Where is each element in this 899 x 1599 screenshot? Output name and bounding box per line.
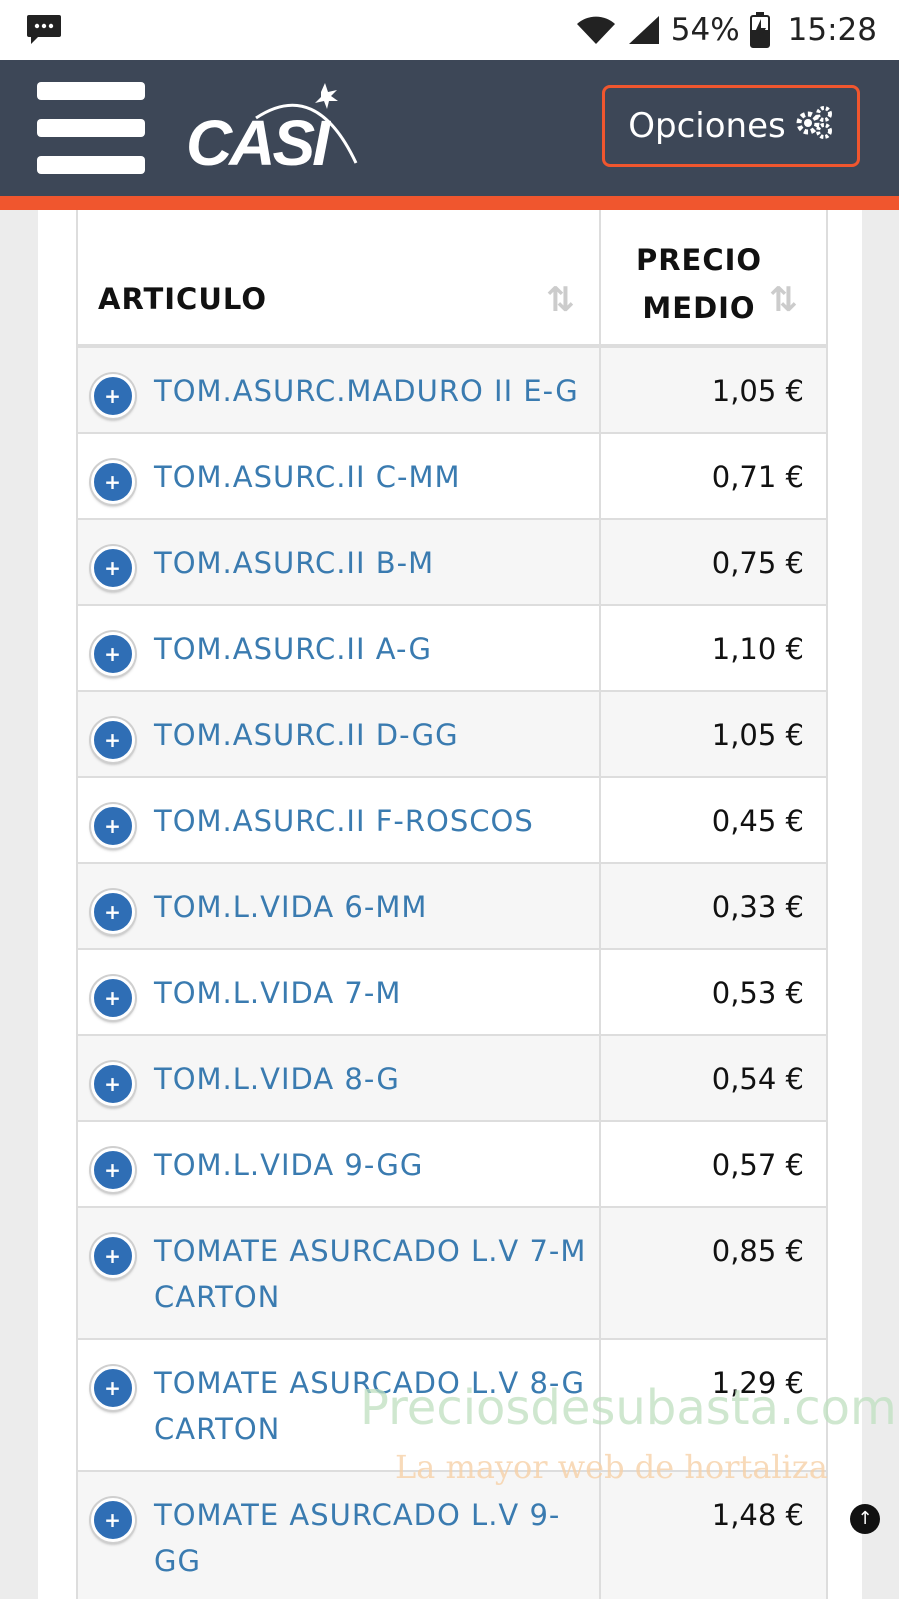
scroll-to-top-icon[interactable]: ↑ <box>850 1504 880 1534</box>
price-cell: 0,53 € <box>711 976 804 1010</box>
clock: 15:28 <box>787 12 877 48</box>
article-cell: + TOM.ASURC.II D-GG <box>78 692 601 776</box>
table-row[interactable]: + TOMATE ASURCADO L.V 9-GG 1,48 € <box>78 1472 826 1599</box>
article-cell: + TOM.L.VIDA 8-G <box>78 1036 601 1120</box>
sort-icon[interactable]: ⇅ <box>769 280 805 320</box>
article-cell: + TOMATE ASURCADO L.V 7-M CARTON <box>78 1208 601 1338</box>
article-name[interactable]: TOM.ASURC.II F-ROSCOS <box>154 804 534 838</box>
article-cell: + TOMATE ASURCADO L.V 8-G CARTON <box>78 1340 601 1470</box>
expand-row-icon[interactable]: + <box>91 976 135 1020</box>
article-cell: + TOM.L.VIDA 7-M <box>78 950 601 1034</box>
battery-charging-icon <box>749 12 770 48</box>
table-row[interactable]: + TOM.ASURC.II B-M 0,75 € <box>78 520 826 606</box>
column-header-price-label: PRECIO MEDIO <box>635 243 763 325</box>
status-bar: 54% 15:28 <box>0 0 899 60</box>
article-cell: + TOM.ASURC.II B-M <box>78 520 601 604</box>
price-cell: 0,71 € <box>711 460 804 494</box>
table-row[interactable]: + TOMATE ASURCADO L.V 8-G CARTON 1,29 € <box>78 1340 826 1472</box>
price-cell: 0,45 € <box>711 804 804 838</box>
options-button[interactable]: Opciones <box>602 85 860 167</box>
expand-row-icon[interactable]: + <box>91 890 135 934</box>
article-cell: + TOM.ASURC.MADURO II E-G <box>78 348 601 432</box>
sort-icon[interactable]: ⇅ <box>546 280 582 320</box>
message-notification-icon <box>26 13 62 44</box>
expand-row-icon[interactable]: + <box>91 1366 135 1410</box>
article-cell: + TOM.L.VIDA 6-MM <box>78 864 601 948</box>
price-cell: 0,75 € <box>711 546 804 580</box>
expand-row-icon[interactable]: + <box>91 1148 135 1192</box>
article-name[interactable]: TOM.ASURC.MADURO II E-G <box>154 374 579 408</box>
table-row[interactable]: + TOM.L.VIDA 7-M 0,53 € <box>78 950 826 1036</box>
article-name[interactable]: TOM.ASURC.II C-MM <box>154 460 461 494</box>
table-row[interactable]: + TOM.L.VIDA 8-G 0,54 € <box>78 1036 826 1122</box>
expand-row-icon[interactable]: + <box>91 804 135 848</box>
price-cell: 0,33 € <box>711 890 804 924</box>
table-row[interactable]: + TOM.ASURC.II D-GG 1,05 € <box>78 692 826 778</box>
column-header-price[interactable]: PRECIO MEDIO ⇅ <box>601 210 824 344</box>
article-cell: + TOM.L.VIDA 9-GG <box>78 1122 601 1206</box>
table-body: + TOM.ASURC.MADURO II E-G 1,05 € + TOM.ASURC… <box>78 348 826 1599</box>
content-panel: ARTICULO ⇅ PRECIO MEDIO ⇅ + TOM.ASURC.MAD… <box>38 210 862 1599</box>
expand-row-icon[interactable]: + <box>91 1498 135 1542</box>
article-name[interactable]: TOMATE ASURCADO L.V 9-GG <box>154 1498 560 1578</box>
price-cell: 1,29 € <box>711 1366 804 1400</box>
article-name[interactable]: TOMATE ASURCADO L.V 7-M CARTON <box>154 1234 586 1314</box>
article-name[interactable]: TOM.L.VIDA 9-GG <box>154 1148 423 1182</box>
menu-icon[interactable] <box>37 82 145 174</box>
table-row[interactable]: + TOM.ASURC.II F-ROSCOS 0,45 € <box>78 778 826 864</box>
price-cell: 1,05 € <box>711 374 804 408</box>
article-cell: + TOM.ASURC.II C-MM <box>78 434 601 518</box>
article-name[interactable]: TOM.L.VIDA 6-MM <box>154 890 427 924</box>
table-row[interactable]: + TOM.ASURC.MADURO II E-G 1,05 € <box>78 348 826 434</box>
table-row[interactable]: + TOM.L.VIDA 9-GG 0,57 € <box>78 1122 826 1208</box>
article-cell: + TOM.ASURC.II F-ROSCOS <box>78 778 601 862</box>
casi-logo[interactable]: CASI <box>186 78 366 179</box>
article-cell: + TOMATE ASURCADO L.V 9-GG <box>78 1472 601 1599</box>
expand-row-icon[interactable]: + <box>91 460 135 504</box>
price-cell: 1,48 € <box>711 1498 804 1532</box>
table-row[interactable]: + TOM.ASURC.II C-MM 0,71 € <box>78 434 826 520</box>
price-table: ARTICULO ⇅ PRECIO MEDIO ⇅ + TOM.ASURC.MAD… <box>76 210 828 1599</box>
article-name[interactable]: TOM.ASURC.II D-GG <box>154 718 459 752</box>
expand-row-icon[interactable]: + <box>91 546 135 590</box>
expand-row-icon[interactable]: + <box>91 1062 135 1106</box>
expand-row-icon[interactable]: + <box>91 1234 135 1278</box>
price-cell: 0,57 € <box>711 1148 804 1182</box>
gears-icon <box>794 105 834 148</box>
app-header: CASI Opciones <box>0 60 899 210</box>
expand-row-icon[interactable]: + <box>91 718 135 762</box>
expand-row-icon[interactable]: + <box>91 374 135 418</box>
expand-row-icon[interactable]: + <box>91 632 135 676</box>
article-name[interactable]: TOMATE ASURCADO L.V 8-G CARTON <box>154 1366 585 1446</box>
price-cell: 0,85 € <box>711 1234 804 1268</box>
article-name[interactable]: TOM.ASURC.II B-M <box>154 546 434 580</box>
table-row[interactable]: + TOMATE ASURCADO L.V 7-M CARTON 0,85 € <box>78 1208 826 1340</box>
table-row[interactable]: + TOM.L.VIDA 6-MM 0,33 € <box>78 864 826 950</box>
wifi-icon <box>575 14 617 46</box>
battery-percent: 54% <box>670 12 740 48</box>
article-name[interactable]: TOM.ASURC.II A-G <box>154 632 432 666</box>
article-name[interactable]: TOM.L.VIDA 8-G <box>154 1062 400 1096</box>
price-cell: 1,10 € <box>711 632 804 666</box>
signal-icon <box>627 14 661 46</box>
column-header-article-label: ARTICULO <box>98 282 267 316</box>
logo-text: CASI <box>186 107 330 179</box>
table-row[interactable]: + TOM.ASURC.II A-G 1,10 € <box>78 606 826 692</box>
price-cell: 1,05 € <box>711 718 804 752</box>
article-cell: + TOM.ASURC.II A-G <box>78 606 601 690</box>
column-header-article[interactable]: ARTICULO ⇅ <box>78 210 601 344</box>
table-header: ARTICULO ⇅ PRECIO MEDIO ⇅ <box>78 210 826 348</box>
options-label: Opciones <box>628 106 786 146</box>
price-cell: 0,54 € <box>711 1062 804 1096</box>
article-name[interactable]: TOM.L.VIDA 7-M <box>154 976 401 1010</box>
